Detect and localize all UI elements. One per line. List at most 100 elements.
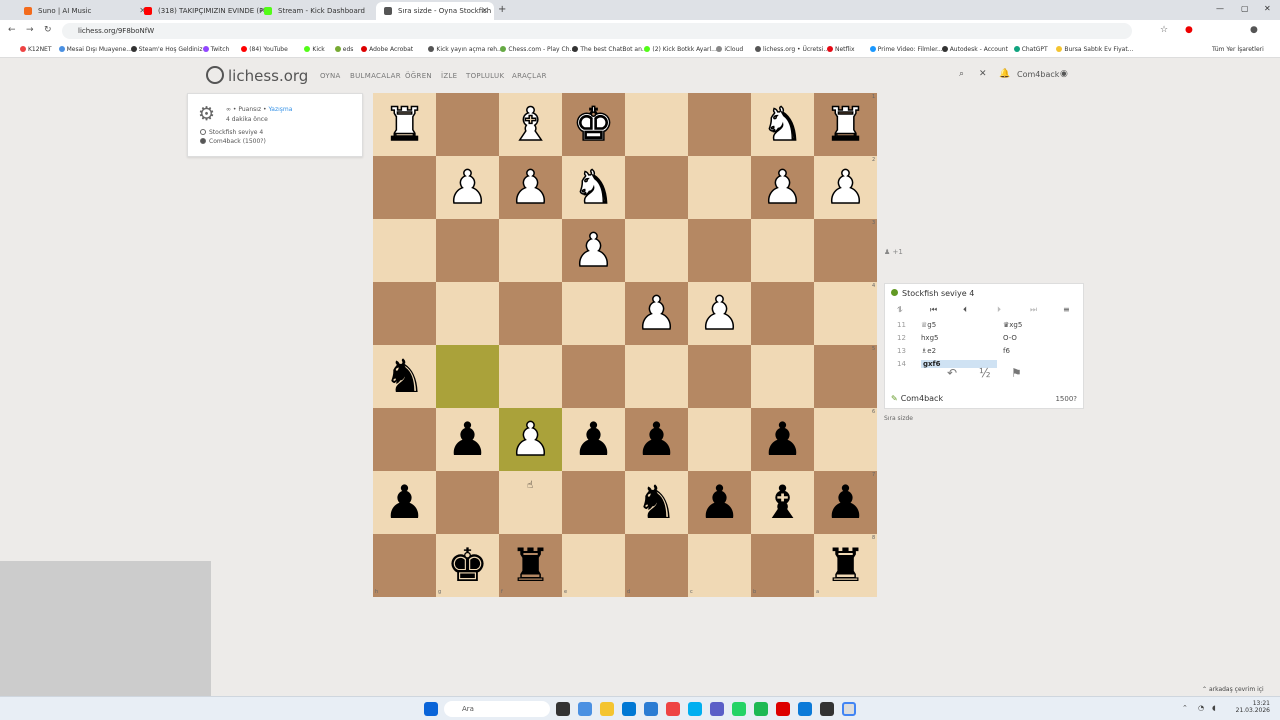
tab-kick[interactable]: Stream - Kick Dashboard✕	[256, 2, 392, 20]
menu-puzzles[interactable]: BULMACALAR	[350, 72, 401, 80]
board-square[interactable]	[373, 408, 436, 471]
board-square[interactable]	[499, 345, 562, 408]
board-square[interactable]	[373, 156, 436, 219]
bookmark-item[interactable]: Adobe Acrobat	[361, 46, 413, 53]
draw-offer-icon[interactable]: ½	[979, 366, 991, 380]
white-pawn-piece[interactable]: ♟	[688, 282, 751, 345]
bookmark-item[interactable]: Mesai Dışı Muayene...	[58, 46, 132, 53]
black-move[interactable]: ♛xg5	[1003, 321, 1022, 329]
outlook-icon[interactable]	[622, 702, 636, 716]
close-icon[interactable]: ✕	[481, 6, 488, 15]
search-icon[interactable]: ⌕	[959, 69, 964, 79]
app-icon[interactable]	[578, 702, 592, 716]
volume-icon[interactable]: ◖	[1212, 704, 1216, 712]
bookmark-item[interactable]: Autodesk - Account	[941, 46, 1008, 53]
board-square[interactable]	[436, 219, 499, 282]
board-square[interactable]	[562, 282, 625, 345]
forward-icon[interactable]: →	[26, 25, 34, 35]
profile-icon[interactable]: ●	[1250, 25, 1258, 35]
black-move[interactable]: f6	[1003, 347, 1010, 355]
menu-play[interactable]: OYNA	[320, 72, 341, 80]
black-pawn-piece[interactable]: ♟	[625, 408, 688, 471]
board-square[interactable]	[814, 345, 877, 408]
white-pawn-piece[interactable]: ♟	[625, 282, 688, 345]
teams-icon[interactable]	[710, 702, 724, 716]
reload-icon[interactable]: ↻	[44, 25, 52, 35]
board-square[interactable]	[814, 219, 877, 282]
first-move-icon[interactable]: ⏮	[930, 305, 937, 315]
opera-icon[interactable]: ●	[1185, 25, 1193, 35]
white-pawn-piece[interactable]: ♟	[499, 408, 562, 471]
clock[interactable]: 13:21 21.03.2026	[1236, 700, 1270, 714]
close-icon[interactable]: ✕	[979, 69, 987, 79]
taskview-icon[interactable]	[556, 702, 570, 716]
whatsapp-icon[interactable]	[732, 702, 746, 716]
user-avatar-icon[interactable]: ◉	[1060, 69, 1068, 79]
board-square[interactable]	[436, 282, 499, 345]
tab-youtube[interactable]: (318) TAKIPÇIMIZIN EVINDE (F1: ✕	[136, 2, 272, 20]
white-move[interactable]: ♕g5	[921, 321, 936, 329]
notification-icon[interactable]: 🔔	[999, 69, 1010, 79]
opera-icon[interactable]	[776, 702, 790, 716]
all-bookmarks[interactable]: Tüm Yer İşaretleri	[1212, 46, 1264, 53]
board-square[interactable]	[499, 282, 562, 345]
edge-icon[interactable]	[644, 702, 658, 716]
start-icon[interactable]	[424, 702, 438, 716]
board-square[interactable]	[373, 219, 436, 282]
edge2-icon[interactable]	[798, 702, 812, 716]
board-square[interactable]	[373, 534, 436, 597]
black-player[interactable]: Com4back (1500?)	[200, 138, 266, 145]
board-square[interactable]	[688, 156, 751, 219]
white-move[interactable]: ♗e2	[921, 347, 936, 355]
prev-move-icon[interactable]: ⏴	[963, 305, 967, 315]
url-input[interactable]: lichess.org/9F8boNfW	[62, 23, 1132, 39]
white-move[interactable]: hxg5	[921, 334, 938, 342]
board-square[interactable]	[499, 219, 562, 282]
board-square[interactable]	[751, 282, 814, 345]
bookmark-item[interactable]: lichess.org • Ücretsi...	[755, 46, 829, 53]
white-knight-piece[interactable]: ♞	[562, 156, 625, 219]
board-square[interactable]	[436, 471, 499, 534]
white-pawn-piece[interactable]: ♟	[814, 156, 877, 219]
bookmark-item[interactable]: Steam'e Hoş Geldiniz	[130, 46, 203, 53]
board-square[interactable]	[751, 219, 814, 282]
user-menu[interactable]: Com4back	[1017, 70, 1059, 79]
white-player[interactable]: Stockfish seviye 4	[200, 129, 263, 136]
minimize-button[interactable]: —	[1216, 4, 1224, 13]
board-square[interactable]	[751, 345, 814, 408]
last-move-icon[interactable]: ⏭	[1030, 305, 1037, 315]
explorer-icon[interactable]	[600, 702, 614, 716]
white-pawn-piece[interactable]: ♟	[436, 156, 499, 219]
board-square[interactable]	[814, 282, 877, 345]
board-square[interactable]	[373, 282, 436, 345]
bookmark-item[interactable]: Bursa Sabtık Ev Fiyat...	[1056, 46, 1133, 53]
window-close-button[interactable]: ✕	[1264, 4, 1271, 13]
site-logo[interactable]: lichess.org	[206, 66, 308, 85]
white-pawn-piece[interactable]: ♟	[751, 156, 814, 219]
board-square[interactable]	[625, 534, 688, 597]
board-square[interactable]	[436, 345, 499, 408]
back-icon[interactable]: ←	[8, 25, 16, 35]
black-king-piece[interactable]: ♚	[436, 534, 499, 597]
board-square[interactable]	[625, 219, 688, 282]
player-name[interactable]: ✎ Com4back	[891, 394, 943, 403]
white-bishop-piece[interactable]: ♝	[499, 93, 562, 156]
board-square[interactable]	[688, 93, 751, 156]
board-square[interactable]	[562, 471, 625, 534]
chrome-active-icon[interactable]	[842, 702, 856, 716]
black-pawn-piece[interactable]: ♟	[436, 408, 499, 471]
correspondence-link[interactable]: Yazışma	[268, 106, 292, 113]
menu-community[interactable]: TOPLULUK	[466, 72, 504, 80]
tab-suno[interactable]: Suno | AI Music ✕	[16, 2, 152, 20]
board-square[interactable]	[688, 219, 751, 282]
board-square[interactable]	[436, 93, 499, 156]
bookmark-item[interactable]: Twitch	[202, 46, 229, 53]
board-square[interactable]	[688, 534, 751, 597]
resign-flag-icon[interactable]: ⚑	[1011, 366, 1022, 380]
board-square[interactable]	[688, 345, 751, 408]
black-pawn-piece[interactable]: ♟	[751, 408, 814, 471]
board-square[interactable]	[814, 408, 877, 471]
opponent-name[interactable]: Stockfish seviye 4	[891, 289, 974, 298]
bookmark-item[interactable]: ChatGPT	[1013, 46, 1048, 53]
chess-board[interactable]: ♜ ♝ ♚ ♞ ♜ ♟ ♟ ♞ ♟ ♟ ♟ ♟ ♟ ♞ ♟ ♟ ♟ ♟ ♟ ♟ ♞ ♟ ♝ ♟ ♚ ♜ ♜ 1 2 3 4 5 6 7 8 h g f e d…	[373, 93, 877, 597]
